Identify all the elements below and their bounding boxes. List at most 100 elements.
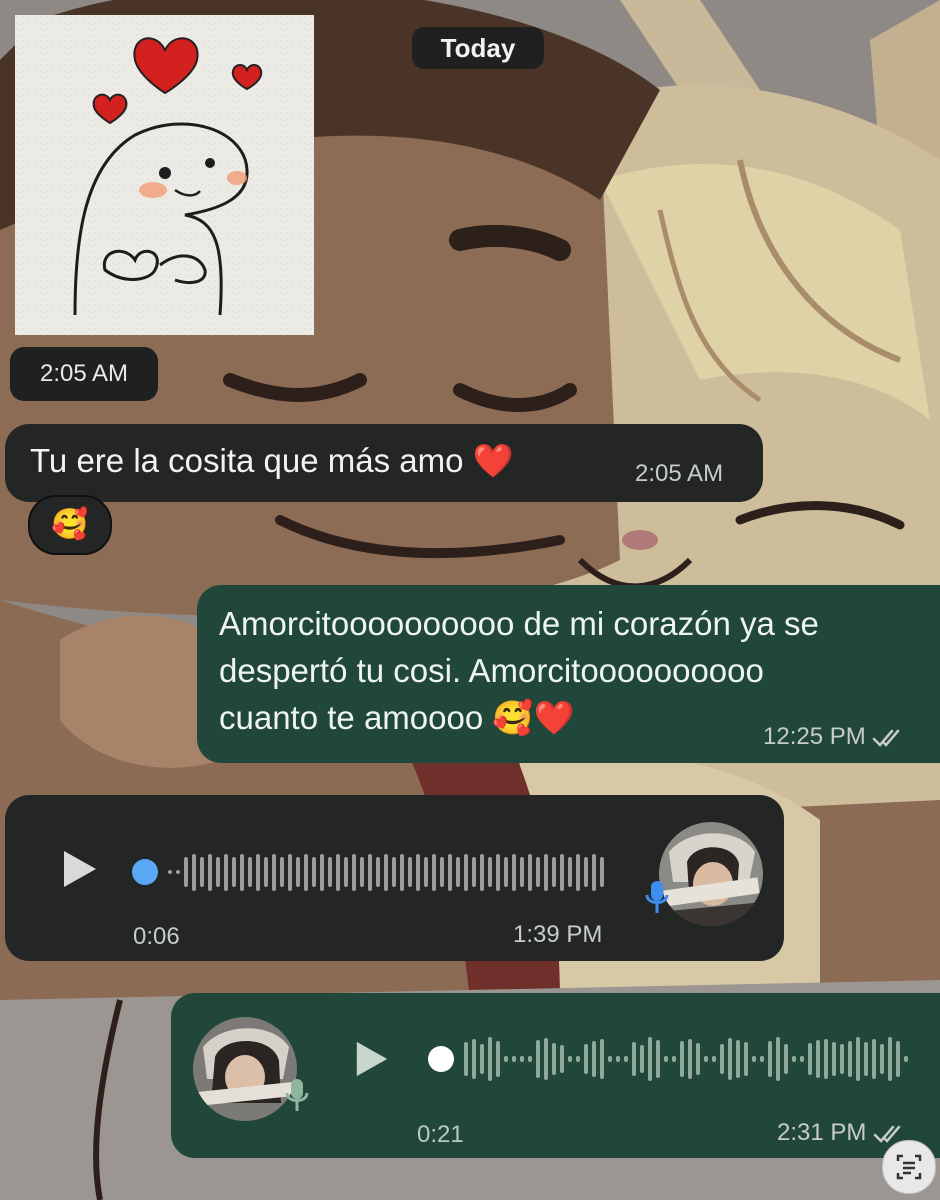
waveform-bar [360,857,364,887]
microphone-icon [645,881,669,913]
message-time: 12:25 PM [763,723,902,751]
waveform-bar [424,857,428,887]
waveform-bar [248,857,252,887]
waveform-bar [712,1056,716,1062]
waveform-bar [296,857,300,887]
waveform-bar [576,1056,580,1062]
avatar-image [659,822,763,926]
waveform-bar [240,853,244,891]
waveform-bar [896,1041,900,1077]
scrubber-handle[interactable] [428,1046,454,1072]
waveform-bar [496,1041,500,1077]
waveform-bar [232,857,236,887]
outgoing-voice-bubble[interactable]: 0:21 2:31 PM [171,993,940,1158]
waveform-bar [536,1040,540,1078]
message-line-1: Amorcitoooooooooo de mi corazón ya se [219,605,819,642]
waveform-bar [576,853,580,891]
waveform-bar [496,853,500,891]
waveform-bar [688,1039,692,1079]
waveform-bar [280,857,284,887]
waveform-bar [872,1039,876,1079]
message-line-2: despertó tu cosi. Amorcitoooooooooo [219,652,764,689]
voice-duration: 0:06 [133,923,180,950]
waveform-bar [568,1056,572,1062]
waveform-bar [856,1037,860,1081]
waveform-bar [168,870,172,874]
waveform-bar [544,1038,548,1080]
waveform-bar [776,1037,780,1081]
time-text: 12:25 PM [763,723,866,750]
waveform-bar [328,857,332,887]
waveform-bar [408,857,412,887]
sticker-image [15,15,314,335]
waveform-bar [904,1056,908,1062]
waveform-bar [664,1056,668,1062]
waveform-bar [192,853,196,891]
waveform-scrubber[interactable] [426,1037,916,1081]
waveform-bar [480,1044,484,1074]
waveform-bar [352,853,356,891]
play-icon[interactable] [353,1039,391,1079]
waveform-bar [440,857,444,887]
waveform-bar [720,1044,724,1074]
waveform-bar [480,853,484,891]
waveform-scrubber[interactable] [130,850,610,894]
waveform-bar [344,857,348,887]
waveform-bar [400,853,404,891]
waveform-bar [640,1045,644,1073]
waveform-bar [584,857,588,887]
image-timestamp: 2:05 AM [10,347,158,401]
waveform-bar [336,853,340,891]
waveform-bar [568,857,572,887]
voice-time: 1:39 PM [513,921,603,948]
play-icon[interactable] [60,847,100,891]
reaction-badge[interactable]: 🥰 [28,495,112,555]
waveform-bar [824,1039,828,1079]
waveform-bar [184,857,188,887]
waveform-bar [864,1042,868,1076]
waveform-bar [848,1041,852,1077]
waveform-bar [384,853,388,891]
waveform-bar [464,853,468,891]
outgoing-text-bubble[interactable]: Amorcitoooooooooo de mi corazón ya se de… [197,585,940,763]
waveform-bar [840,1044,844,1074]
waveform-bar [256,853,260,891]
waveform-bar [648,1037,652,1081]
waveform-bar [224,853,228,891]
waveform-bar [448,853,452,891]
incoming-voice-bubble[interactable]: 0:06 1:39 PM [5,795,784,961]
reaction-emoji: 🥰 [51,508,89,541]
waveform-bar [616,1056,620,1062]
waveform-bar [704,1056,708,1062]
waveform-bar [320,853,324,891]
waveform-bar [760,1056,764,1062]
image-message[interactable] [15,15,314,335]
waveform-bar [216,857,220,887]
avatar [659,822,763,926]
incoming-text-bubble[interactable]: Tu ere la cosita que más amo ❤️ 2:05 AM [5,424,763,502]
waveform-bar [504,857,508,887]
waveform-bar [816,1040,820,1078]
date-divider: Today [412,27,544,69]
waveform-bar [752,1056,756,1062]
waveform-bar [416,853,420,891]
waveform-bar [800,1056,804,1062]
waveform-bar [736,1040,740,1078]
waveform-bar [544,853,548,891]
message-text: Tu ere la cosita que más amo ❤️ [30,442,514,479]
scrubber-handle[interactable] [132,859,158,885]
time-text: 2:31 PM [777,1119,867,1146]
waveform-bar [176,870,180,874]
waveform-bar [624,1056,628,1062]
waveform-bar [744,1042,748,1076]
waveform-bar [512,853,516,891]
waveform-bar [392,857,396,887]
waveform-bar [464,1042,468,1076]
text-scan-button[interactable] [882,1140,936,1194]
waveform-bar [488,1037,492,1081]
waveform-bar [880,1044,884,1074]
waveform-bar [784,1044,788,1074]
waveform-bar [200,857,204,887]
waveform-bar [264,857,268,887]
waveform-bar [888,1037,892,1081]
